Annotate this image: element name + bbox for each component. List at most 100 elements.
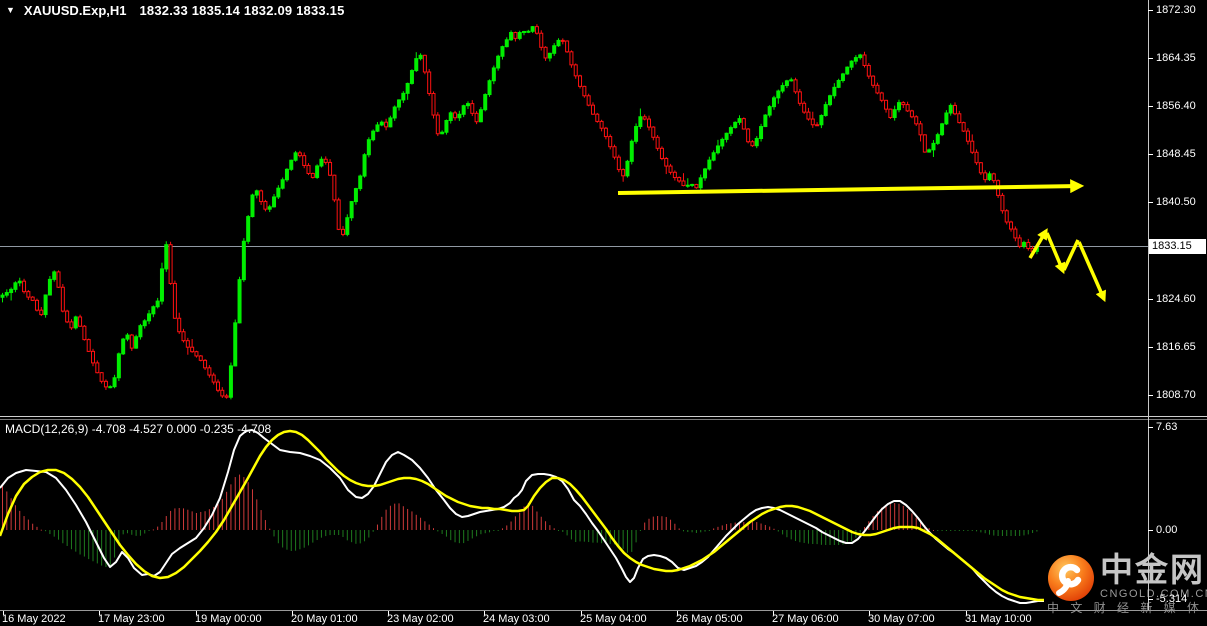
candle-bear [953,104,958,115]
macd-histogram-bar [484,530,486,534]
macd-histogram-bar [6,491,8,530]
macd-histogram-bar [549,525,551,530]
candle-bear [659,147,664,159]
macd-histogram-bar [389,505,391,530]
candle-bear [422,54,427,73]
macd-histogram-bar [109,530,111,567]
candle-bull [625,160,630,177]
macd-histogram-bar [290,530,292,551]
candle-bull [345,217,350,235]
macd-histogram-bar [152,529,154,531]
candle-bear [582,85,587,97]
candle-bear [513,32,518,39]
macd-histogram-bar [256,499,258,530]
candle-bull [284,168,289,181]
candle-bull [784,80,789,87]
candle-bull [832,86,837,97]
macd-histogram-bar [187,509,189,530]
candle-bear [22,280,27,293]
candle-bull [147,313,152,322]
macd-histogram-bar [325,530,327,537]
macd-histogram-bar [545,521,547,530]
macd-histogram-bar [932,529,934,531]
candles-group[interactable] [0,24,1039,400]
candle-bull [440,131,445,135]
forecast-zigzag-arrow[interactable] [1077,241,1106,303]
candle-bull [720,138,725,147]
macd-histogram-bar [506,525,508,530]
macd-histogram-bar [687,530,689,532]
macd-histogram-bar [14,505,16,530]
candle-bull [776,90,781,99]
macd-histogram-bar [665,516,667,530]
macd-histogram-bar [963,530,965,531]
macd-histogram-bar [178,508,180,530]
forecast-zigzag-arrow[interactable] [1045,232,1066,275]
annotations-group[interactable] [617,179,1106,303]
candle-bear [194,351,199,357]
candle-bear [340,228,345,235]
macd-histogram-bar [191,511,193,530]
macd-histogram-bar [618,530,620,546]
price-chart-canvas[interactable] [0,0,1207,626]
macd-histogram-bar [286,530,288,550]
candle-bear [453,112,458,119]
candle-bull [159,268,164,302]
candle-bear [34,299,39,311]
candle-bull [134,336,139,349]
macd-histogram-bar [1014,530,1016,536]
candle-bear [539,32,544,48]
candle-bear [608,136,613,148]
candle-bear [56,271,61,288]
forecast-zigzag-arrow[interactable] [1062,239,1080,271]
macd-histogram-bar [251,489,253,530]
macd-histogram-bar [135,530,137,536]
macd-histogram-bar [644,522,646,530]
macd-histogram-bar [320,530,322,538]
macd-histogram-bar [713,528,715,530]
candle-bear [905,104,910,112]
candle-bull [948,104,953,114]
macd-histogram-bar [131,530,133,535]
macd-histogram-bar [769,526,771,530]
candle-bull [733,121,738,129]
candle-bear [569,51,574,66]
candle-bear [901,102,906,106]
candle-bull [849,60,854,68]
candle-bull [401,92,406,101]
forecast-zigzag-arrow[interactable] [1028,228,1048,259]
macd-histogram-bar [376,524,378,530]
macd-group[interactable] [0,429,1044,604]
macd-histogram-bar [234,477,236,530]
macd-histogram-bar [976,530,978,532]
candle-bear [328,161,333,176]
candle-bull [496,55,501,69]
candle-bear [1026,241,1031,249]
candle-bull [272,196,277,208]
candle-bear [875,84,880,94]
macd-histogram-bar [708,530,710,531]
candle-bear [642,116,647,120]
candle-bear [190,346,195,353]
candle-bull [414,58,419,72]
macd-histogram-bar [928,528,930,530]
macd-histogram-bar [36,526,38,530]
candle-bear [957,113,962,124]
macd-histogram-bar [536,511,538,530]
candle-bull [267,206,272,210]
candle-bull [754,137,759,147]
macd-histogram-bar [825,530,827,545]
candle-bear [332,174,337,201]
candle-bear [815,124,820,127]
candle-bull [504,39,509,48]
candle-bear [323,158,328,163]
candle-bear [26,291,31,298]
current-price-badge: 1833.15 [1149,239,1206,254]
macd-histogram-bar [32,523,34,530]
candle-bear [599,120,604,129]
macd-histogram-bar [540,516,542,530]
candle-bull [151,306,156,315]
candle-bull [836,80,841,88]
macd-histogram-bar [635,530,637,543]
macd-histogram-bar [139,530,141,536]
